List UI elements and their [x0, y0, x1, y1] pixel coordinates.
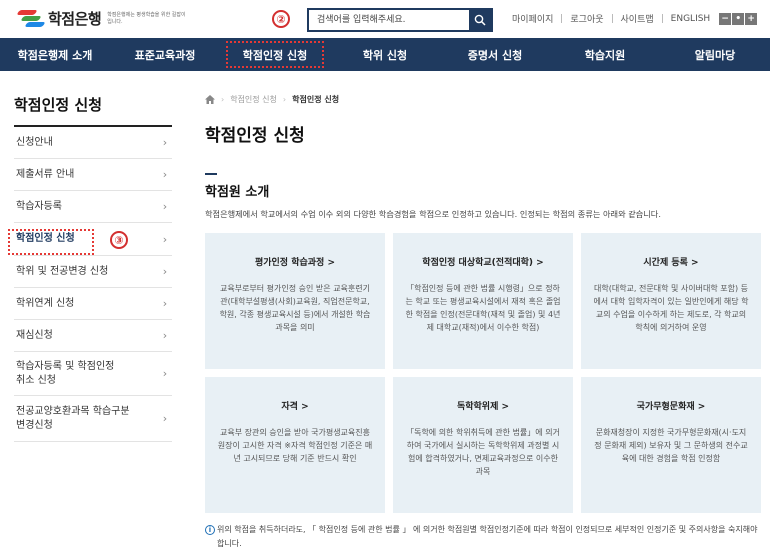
top-header: 학점은행 학점은행제는 평생학습을 위한 길잡이 입니다. ② 마이페이지 로그… [0, 0, 770, 38]
font-increase-button[interactable]: + [745, 12, 758, 25]
side-nav-item[interactable]: 재심신청 › [14, 320, 172, 352]
card-description: 교육부로부터 평가인정 승인 받은 교육훈련기관(대학부설평생(사회)교육원, … [219, 284, 371, 332]
card-title-link[interactable]: 독학학위제 > [405, 399, 561, 412]
chevron-right-icon: › [162, 265, 168, 278]
nav-item-curriculum[interactable]: 표준교육과정 [110, 38, 220, 71]
card-part-time-enrollment: 시간제 등록 > 대학(대학교, 전문대학 및 사이버대학 포함) 등 에서 대… [581, 233, 761, 369]
util-link-sitemap[interactable]: 사이트맵 [621, 12, 654, 25]
notice: i 위의 학점을 취득하더라도, 「 학점인정 등에 관한 법률 」 에 의거한… [205, 523, 761, 551]
card-title-link[interactable]: 시간제 등록 > [593, 255, 749, 268]
chevron-right-icon: › [162, 367, 168, 380]
side-nav: 학점인정 신청 신청안내 › 제출서류 안내 › 학습자등록 › 학점인정 신청 ③ › 학위 및… [8, 71, 172, 442]
breadcrumb-current: 학점인정 신청 [292, 95, 340, 104]
side-nav-item[interactable]: 학습자등록 › [14, 191, 172, 223]
divider [561, 14, 563, 23]
nav-item-degree-apply[interactable]: 학위 신청 [330, 38, 440, 71]
card-description: 「독학에 의한 학위취득에 관한 법률」에 의거하여 국가에서 실시하는 독학학… [406, 428, 560, 476]
section-accent-bar [205, 173, 217, 175]
breadcrumb: › 학점인정 신청 › 학점인정 신청 [205, 94, 339, 105]
side-nav-item-label: 학점인정 신청 [16, 233, 75, 244]
chevron-right-icon: › [162, 412, 168, 425]
utility-links: 마이페이지 로그아웃 사이트맵 ENGLISH − • + [512, 12, 758, 25]
chevron-right-icon: › [162, 200, 168, 213]
side-nav-title: 학점인정 신청 [14, 71, 172, 127]
nav-item-credit-apply[interactable]: 학점인정 신청 [220, 38, 330, 71]
nav-item-notice[interactable]: 알림마당 [660, 38, 770, 71]
info-icon: i [205, 525, 215, 535]
nav-item-about[interactable]: 학점은행제 소개 [0, 38, 110, 71]
side-nav-item-label: 학습자등록 및 학점인정 취소 신청 [16, 360, 115, 386]
card-evaluated-course: 평가인정 학습과정 > 교육부로부터 평가인정 승인 받은 교육훈련기관(대학부… [205, 233, 385, 369]
card-title-link[interactable]: 자격 > [217, 399, 373, 412]
side-nav-item-label: 학위연계 신청 [16, 297, 75, 309]
card-self-study-degree: 독학학위제 > 「독학에 의한 학위취득에 관한 법률」에 의거하여 국가에서 … [393, 377, 573, 513]
util-link-logout[interactable]: 로그아웃 [570, 12, 603, 25]
logo-subtitle: 학점은행제는 평생학습을 위한 길잡이 입니다. [107, 11, 186, 25]
nav-item-certificate[interactable]: 증명서 신청 [440, 38, 550, 71]
home-icon[interactable] [205, 95, 215, 104]
main-nav: 학점은행제 소개 표준교육과정 학점인정 신청 학위 신청 증명서 신청 학습지… [0, 38, 770, 71]
chevron-right-icon: › [162, 136, 168, 149]
callout-marker-3: ③ [110, 231, 128, 249]
section-title: 학점원 소개 [205, 185, 270, 200]
side-nav-item-label: 전공교양호환과목 학습구분 변경신청 [16, 405, 130, 431]
card-qualification: 자격 > 교육부 장관의 승인을 받아 국가평생교육진흥원장이 고시한 자격 ※… [205, 377, 385, 513]
chevron-right-icon: › [162, 329, 168, 342]
side-nav-item[interactable]: 전공교양호환과목 학습구분 변경신청 › [14, 396, 172, 442]
side-nav-item-label: 학위 및 전공변경 신청 [16, 265, 109, 277]
side-nav-item[interactable]: 신청안내 › [14, 127, 172, 159]
side-nav-item[interactable]: 학위연계 신청 › [14, 288, 172, 320]
breadcrumb-separator-icon: › [221, 95, 225, 104]
card-description: 문화재청장이 지정한 국가무형문화재(시·도지정 문화재 제외) 보유자 및 그… [594, 428, 748, 463]
site-logo[interactable]: 학점은행 학점은행제는 평생학습을 위한 길잡이 입니다. [14, 8, 189, 29]
side-nav-item[interactable]: 학위 및 전공변경 신청 › [14, 256, 172, 288]
card-title-link[interactable]: 국가무형문화재 > [593, 399, 749, 412]
side-nav-item[interactable]: 제출서류 안내 › [14, 159, 172, 191]
chevron-right-icon: › [162, 297, 168, 310]
logo-text: 학점은행 [48, 10, 102, 28]
page-title: 학점인정 신청 [205, 126, 305, 146]
side-nav-item[interactable]: 학점인정 신청 ③ › [8, 223, 172, 256]
intro-text: 학점은행제에서 학교에서의 수업 이수 외의 다양한 학습경험을 학점으로 인정… [205, 209, 661, 219]
logo-mark-icon [14, 9, 46, 28]
util-link-mypage[interactable]: 마이페이지 [512, 12, 553, 25]
side-nav-item-label: 제출서류 안내 [16, 168, 75, 180]
credit-source-grid: 평가인정 학습과정 > 교육부로부터 평가인정 승인 받은 교육훈련기관(대학부… [205, 233, 761, 513]
divider [611, 14, 613, 23]
search-icon [474, 14, 486, 26]
card-title-link[interactable]: 평가인정 학습과정 > [217, 255, 373, 268]
side-nav-item-label: 신청안내 [16, 136, 53, 148]
breadcrumb-separator-icon: › [282, 95, 287, 104]
side-nav-item-label: 재심신청 [16, 329, 53, 341]
card-intangible-heritage: 국가무형문화재 > 문화재청장이 지정한 국가무형문화재(시·도지정 문화재 제… [581, 377, 761, 513]
side-nav-item-label: 학습자등록 [16, 200, 62, 212]
notice-text: 위의 학점을 취득하더라도, 「 학점인정 등에 관한 법률 」 에 의거한 학… [217, 525, 758, 548]
side-nav-list: 신청안내 › 제출서류 안내 › 학습자등록 › 학점인정 신청 ③ › 학위 및 전공변경 신청… [8, 127, 172, 442]
font-size-controls: − • + [718, 12, 758, 25]
util-link-english[interactable]: ENGLISH [671, 14, 711, 24]
card-description: 대학(대학교, 전문대학 및 사이버대학 포함) 등 에서 대학 입학자격이 있… [593, 284, 749, 332]
card-recognized-school: 학점인정 대상학교(전적대학) > 「학점인정 등에 관한 법률 시행령」으로 … [393, 233, 573, 369]
card-description: 「학점인정 등에 관한 법률 시행령」으로 정하는 학교 또는 평생교육시설에서… [405, 284, 561, 332]
search-box [307, 8, 493, 32]
nav-item-learning-support[interactable]: 학습지원 [550, 38, 660, 71]
font-reset-button[interactable]: • [732, 12, 745, 25]
font-decrease-button[interactable]: − [719, 12, 732, 25]
card-description: 교육부 장관의 승인을 받아 국가평생교육진흥원장이 고시한 자격 ※자격 학점… [217, 428, 373, 463]
chevron-right-icon: › [162, 232, 168, 246]
search-button[interactable] [469, 10, 491, 30]
search-input[interactable] [309, 10, 469, 30]
callout-marker-2: ② [272, 10, 290, 28]
card-title-link[interactable]: 학점인정 대상학교(전적대학) > [405, 255, 561, 268]
divider [661, 14, 663, 23]
breadcrumb-item[interactable]: 학점인정 신청 [230, 94, 277, 105]
chevron-right-icon: › [162, 168, 168, 181]
side-nav-item[interactable]: 학습자등록 및 학점인정 취소 신청 › [14, 352, 172, 396]
